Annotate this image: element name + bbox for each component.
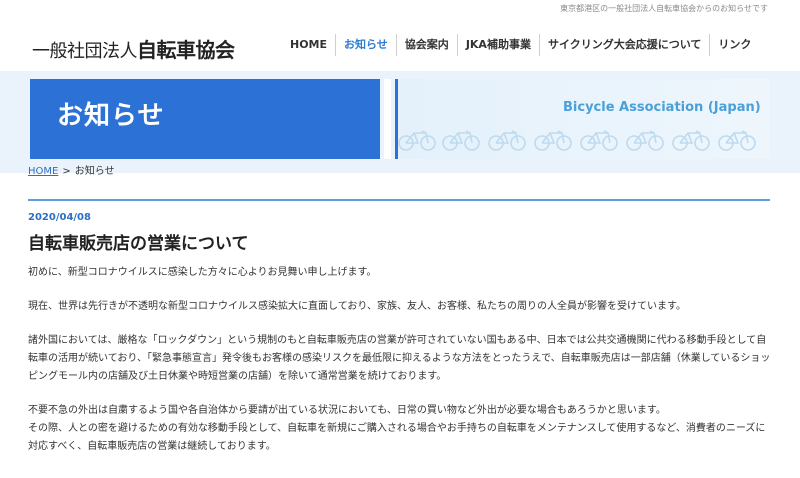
nav-item-cycling-support[interactable]: サイクリング大会応援について xyxy=(538,34,709,56)
global-nav: HOME お知らせ 協会案内 JKA補助事業 サイクリング大会応援について リン… xyxy=(282,34,759,56)
post-paragraph: 不要不急の外出は自粛するよう国や各自治体から要請が出ている状況においても、日常の… xyxy=(28,405,766,452)
nav-item-news[interactable]: お知らせ xyxy=(335,34,396,56)
nav-item-home[interactable]: HOME xyxy=(282,34,335,56)
post-title: 自転車販売店の営業について xyxy=(28,234,249,254)
post-paragraph: 諸外国においては、厳格な「ロックダウン」という規制のもと自転車販売店の営業が許可… xyxy=(28,335,771,382)
logo-prefix: 一般社団法人 xyxy=(32,41,138,62)
post-date: 2020/04/08 xyxy=(28,212,91,223)
nav-item-about[interactable]: 協会案内 xyxy=(395,34,457,56)
breadcrumb: HOME > お知らせ xyxy=(28,162,115,177)
breadcrumb-current: お知らせ xyxy=(74,166,115,177)
logo-name: 自転車協会 xyxy=(137,38,235,62)
nav-item-links[interactable]: リンク xyxy=(709,34,759,56)
post-paragraph: 現在、世界は先行きが不透明な新型コロナウイルス感染拡大に直面しており、家族、友人… xyxy=(28,301,686,312)
header-tagline: 東京都港区の一般社団法人自転車協会からのお知らせです xyxy=(560,4,768,13)
site-logo[interactable]: 一般社団法人自転車協会 xyxy=(32,34,235,63)
post-body: 初めに、新型コロナウイルスに感染した方々に心よりお見舞い申し上げます。 現在、世… xyxy=(28,264,773,472)
post-paragraph: 初めに、新型コロナウイルスに感染した方々に心よりお見舞い申し上げます。 xyxy=(28,267,377,278)
nav-item-jka[interactable]: JKA補助事業 xyxy=(456,34,539,56)
page-banner: お知らせ Bicycle Association (Japan) xyxy=(0,71,800,173)
content-divider xyxy=(28,199,770,201)
breadcrumb-separator: > xyxy=(62,166,71,177)
banner-subtitle: Bicycle Association (Japan) xyxy=(563,100,761,115)
breadcrumb-home-link[interactable]: HOME xyxy=(28,166,58,177)
bicycle-silhouettes-icon xyxy=(398,130,756,151)
banner-title: お知らせ xyxy=(57,101,165,131)
banner-stripe xyxy=(384,79,391,159)
